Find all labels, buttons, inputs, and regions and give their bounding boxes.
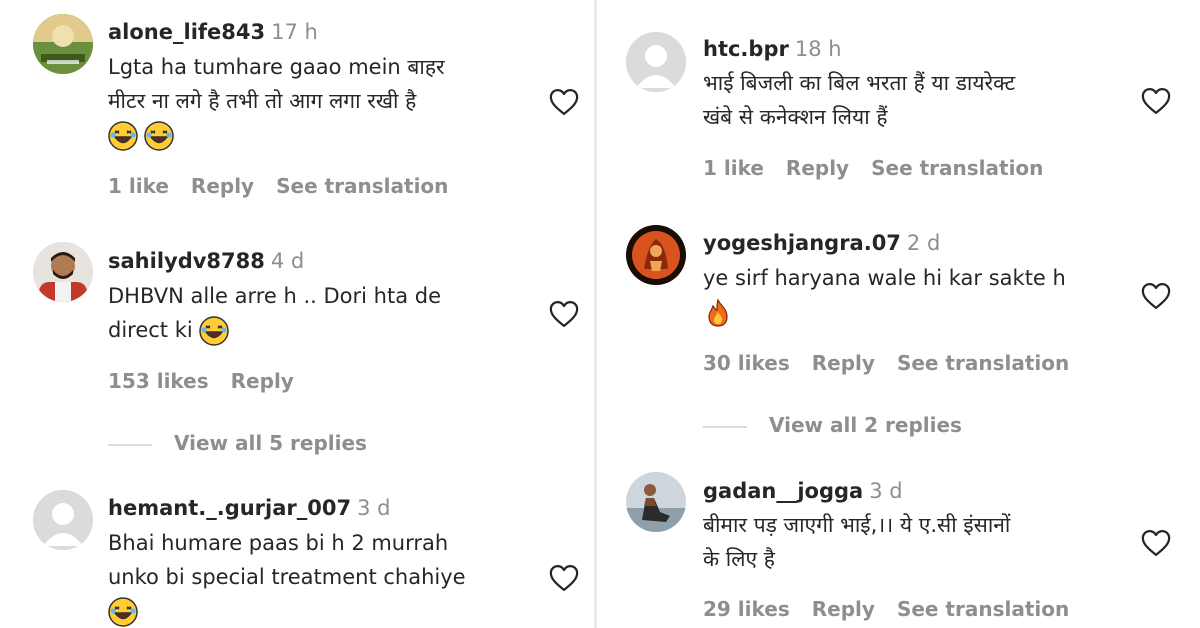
reply-button[interactable]: Reply [812, 351, 875, 375]
see-translation-button[interactable]: See translation [276, 174, 448, 198]
avatar[interactable] [626, 225, 686, 285]
timestamp[interactable]: 3 d [357, 496, 390, 520]
comment-text: भाई बिजली का बिल भरता हैं या डायरेक्ट खं… [703, 66, 1015, 134]
like-heart-icon[interactable] [549, 88, 579, 116]
comment-line: ye sirf haryana wale hi kar sakte h [703, 266, 1066, 290]
comment-line: Lgta ha tumhare gaao mein बाहर [108, 55, 445, 79]
likes-count[interactable]: 1 like [703, 156, 764, 180]
likes-count[interactable]: 30 likes [703, 351, 790, 375]
view-replies-button[interactable]: View all 5 replies [108, 430, 367, 456]
avatar[interactable] [626, 32, 686, 92]
laughing-emoji [108, 597, 138, 627]
username[interactable]: hemant._.gurjar_007 [108, 496, 351, 520]
laughing-emoji [108, 121, 138, 151]
timestamp[interactable]: 2 d [907, 231, 940, 255]
avatar[interactable] [626, 472, 686, 532]
laughing-emoji [144, 121, 174, 151]
comment-actions: 153 likes Reply [108, 368, 316, 394]
see-translation-button[interactable]: See translation [871, 156, 1043, 180]
comment-line: Bhai humare paas bi h 2 murrah [108, 531, 449, 555]
like-heart-icon[interactable] [1141, 282, 1171, 310]
likes-count[interactable]: 1 like [108, 174, 169, 198]
comment-text: ye sirf haryana wale hi kar sakte h [703, 261, 1066, 329]
comment-line: unko bi special treatment chahiye [108, 565, 466, 589]
timestamp[interactable]: 17 h [271, 20, 318, 44]
see-translation-button[interactable]: See translation [897, 597, 1069, 621]
likes-count[interactable]: 153 likes [108, 369, 209, 393]
username[interactable]: yogeshjangra.07 [703, 231, 901, 255]
comment-line: भाई बिजली का बिल भरता हैं या डायरेक्ट [703, 71, 1016, 95]
timestamp[interactable]: 4 d [271, 249, 304, 273]
comment-text: Lgta ha tumhare gaao mein बाहर मीटर ना ल… [108, 50, 445, 152]
comment-line: बीमार पड़ जाएगी भाई,।। ये ए.सी इंसानों [703, 513, 1011, 537]
comment-line: DHBVN alle arre h .. Dori hta de [108, 284, 442, 308]
timestamp[interactable]: 18 h [795, 37, 842, 61]
like-heart-icon[interactable] [549, 300, 579, 328]
comment-line: खंबे से कनेक्शन लिया हैं [703, 105, 888, 129]
comment-header: hemant._.gurjar_007 3 d [108, 495, 390, 521]
reply-button[interactable]: Reply [786, 156, 849, 180]
username[interactable]: htc.bpr [703, 37, 789, 61]
username[interactable]: alone_life843 [108, 20, 265, 44]
comment-text: DHBVN alle arre h .. Dori hta de direct … [108, 279, 441, 347]
see-translation-button[interactable]: See translation [897, 351, 1069, 375]
comment-line: मीटर ना लगे है तभी तो आग लगा रखी है [108, 89, 417, 113]
username[interactable]: gadan__jogga [703, 479, 863, 503]
like-heart-icon[interactable] [1141, 87, 1171, 115]
comment-header: alone_life843 17 h [108, 19, 318, 45]
column-divider [594, 0, 597, 628]
comments-column-right: htc.bpr 18 h भाई बिजली का बिल भरता हैं या… [598, 0, 1200, 628]
comment-actions: 30 likes Reply See translation [703, 350, 1091, 376]
view-replies-button[interactable]: View all 2 replies [703, 412, 962, 438]
likes-count[interactable]: 29 likes [703, 597, 790, 621]
reply-button[interactable]: Reply [231, 369, 294, 393]
comment-line: direct ki [108, 313, 441, 347]
comment-actions: 1 like Reply See translation [108, 173, 470, 199]
replies-divider [703, 425, 747, 428]
username[interactable]: sahilydv8788 [108, 249, 265, 273]
avatar[interactable] [33, 242, 93, 302]
like-heart-icon[interactable] [1141, 529, 1171, 557]
comment-header: yogeshjangra.07 2 d [703, 230, 940, 256]
replies-divider [108, 443, 152, 446]
avatar[interactable] [33, 490, 93, 550]
reply-button[interactable]: Reply [191, 174, 254, 198]
comment-line: के लिए है [703, 547, 775, 571]
comment-line-text: direct ki [108, 318, 193, 342]
comment-header: gadan__jogga 3 d [703, 478, 903, 504]
timestamp[interactable]: 3 d [869, 479, 902, 503]
like-heart-icon[interactable] [549, 564, 579, 592]
comment-header: htc.bpr 18 h [703, 36, 842, 62]
fire-emoji [703, 298, 733, 328]
view-replies-label: View all 5 replies [174, 431, 367, 455]
avatar[interactable] [33, 14, 93, 74]
comment-actions: 1 like Reply See translation [703, 155, 1065, 181]
reply-button[interactable]: Reply [812, 597, 875, 621]
laughing-emoji [199, 316, 230, 346]
comment-text: बीमार पड़ जाएगी भाई,।। ये ए.सी इंसानों क… [703, 508, 1010, 576]
comment-text: Bhai humare paas bi h 2 murrah unko bi s… [108, 526, 466, 628]
comment-actions: 29 likes Reply See translation [703, 596, 1091, 622]
comment-header: sahilydv8788 4 d [108, 248, 304, 274]
comments-column-left: alone_life843 17 h Lgta ha tumhare gaao m… [0, 0, 592, 628]
view-replies-label: View all 2 replies [769, 413, 962, 437]
